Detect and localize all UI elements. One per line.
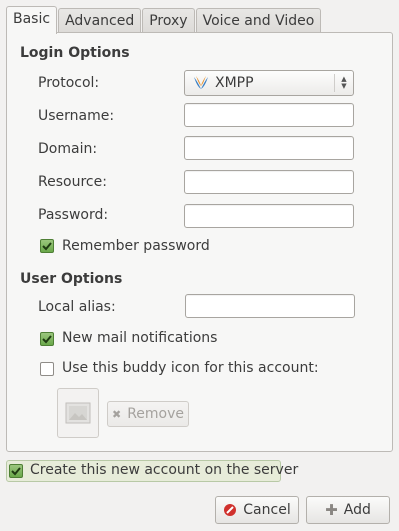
- tab-voice-and-video[interactable]: Voice and Video: [195, 8, 322, 34]
- resource-label: Resource:: [38, 174, 107, 190]
- user-options-title: User Options: [20, 271, 123, 287]
- domain-field[interactable]: [184, 136, 354, 160]
- checkmark-icon: [42, 242, 52, 251]
- add-button-label: Add: [343, 502, 371, 518]
- xmpp-icon: [194, 76, 208, 89]
- cancel-button-label: Cancel: [243, 502, 291, 518]
- password-field[interactable]: [184, 204, 354, 228]
- remove-button[interactable]: ✖ Remove: [107, 401, 189, 427]
- protocol-label: Protocol:: [38, 75, 100, 91]
- checkmark-icon: [42, 335, 52, 344]
- protocol-combo[interactable]: XMPP ▲ ▼: [184, 70, 354, 96]
- domain-label: Domain:: [38, 141, 98, 157]
- tab-bar: Basic Advanced Proxy Voice and Video: [6, 6, 322, 34]
- local-alias-label: Local alias:: [38, 299, 116, 315]
- new-mail-checkbox[interactable]: [40, 332, 54, 346]
- tab-advanced[interactable]: Advanced: [58, 8, 142, 34]
- tab-basic[interactable]: Basic: [6, 6, 58, 34]
- image-placeholder-icon: [65, 402, 91, 424]
- resource-field[interactable]: [184, 170, 354, 194]
- remember-password-checkbox[interactable]: [40, 239, 54, 253]
- local-alias-field[interactable]: [185, 294, 355, 318]
- buddy-icon-button[interactable]: [57, 388, 99, 438]
- remove-x-icon: ✖: [111, 407, 122, 421]
- new-mail-label: New mail notifications: [62, 330, 218, 346]
- username-label: Username:: [38, 108, 115, 124]
- protocol-value: XMPP: [215, 75, 254, 91]
- buddy-icon-checkbox[interactable]: [40, 362, 54, 376]
- username-field[interactable]: [184, 103, 354, 127]
- buddy-icon-label: Use this buddy icon for this account:: [62, 360, 319, 376]
- add-button[interactable]: ✚ Add: [306, 496, 390, 524]
- create-account-label: Create this new account on the server: [30, 462, 299, 478]
- remember-password-label: Remember password: [62, 238, 210, 254]
- password-label: Password:: [38, 207, 109, 223]
- tab-proxy[interactable]: Proxy: [142, 8, 195, 34]
- create-account-checkbox[interactable]: [9, 464, 23, 478]
- cancel-icon: [224, 504, 237, 516]
- checkmark-icon: [11, 467, 21, 476]
- login-options-title: Login Options: [20, 45, 130, 61]
- cancel-button[interactable]: Cancel: [215, 496, 299, 524]
- combo-arrows-icon: ▲ ▼: [334, 74, 353, 92]
- add-plus-icon: ✚: [325, 501, 338, 519]
- remove-button-label: Remove: [127, 406, 185, 422]
